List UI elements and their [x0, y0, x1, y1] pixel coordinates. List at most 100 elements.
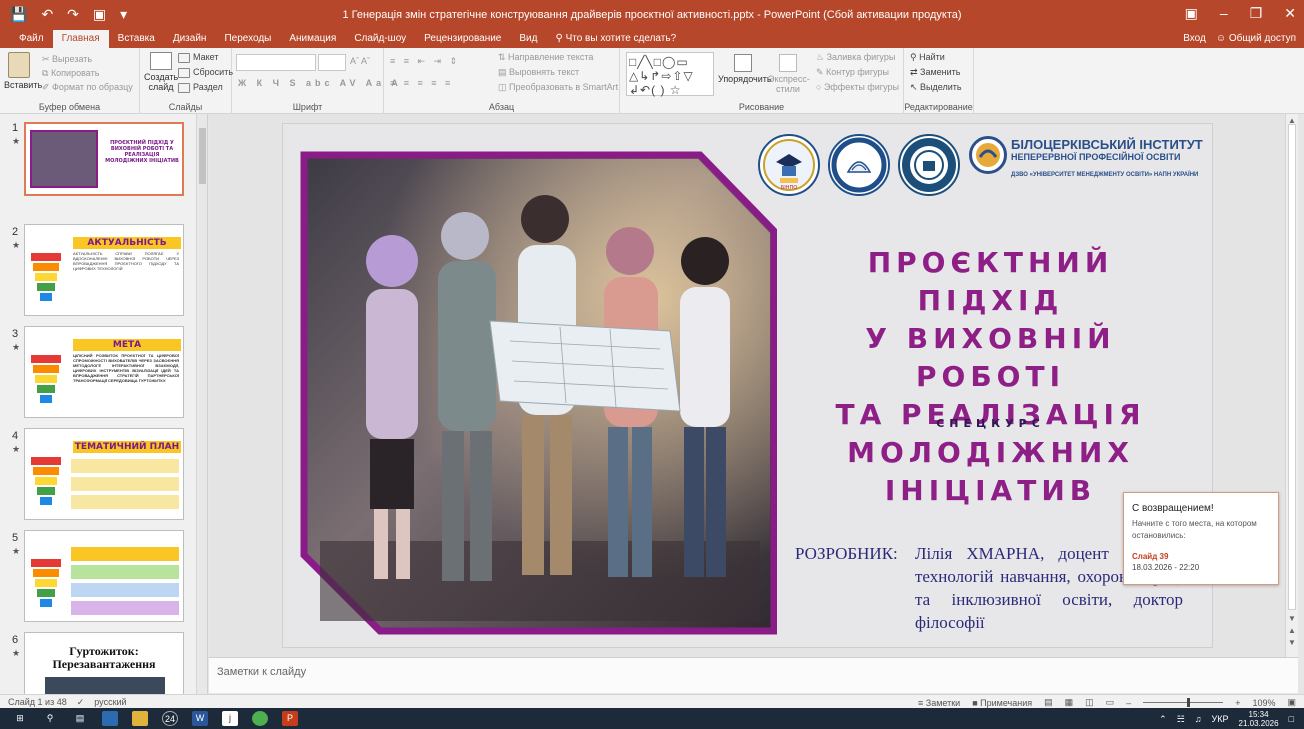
notifications-icon[interactable]: □: [1289, 714, 1294, 724]
shape-fill-button[interactable]: ♨ Заливка фигуры: [816, 52, 895, 63]
spellcheck-icon[interactable]: ✓: [77, 697, 85, 708]
tell-me-search[interactable]: ⚲ Что вы хотите сделать?: [546, 30, 685, 48]
align-buttons[interactable]: ≡ ≡ ≡ ≡ ≡: [390, 78, 453, 88]
restore-button[interactable]: ❐: [1250, 5, 1263, 22]
shapes-gallery[interactable]: □╱╲□◯▭ △↳↱⇨⇧▽ ↲↶( ) ☆: [626, 52, 714, 97]
prev-slide-icon[interactable]: ▲: [1288, 626, 1296, 635]
slide-thumbnail-4[interactable]: ТЕМАТИЧНИЙ ПЛАН: [24, 428, 184, 520]
slide-thumbnail-2[interactable]: АКТУАЛЬНІСТЬ АКТУАЛЬНІСТЬ СПРАВИ ПОЛЯГАЄ…: [24, 224, 184, 316]
star-icon: ★: [12, 342, 21, 352]
tray-arrow-icon[interactable]: ⌃: [1159, 714, 1167, 725]
tab-review[interactable]: Рецензирование: [415, 30, 510, 48]
tab-home[interactable]: Главная: [52, 30, 109, 48]
powerpoint-icon[interactable]: P: [282, 711, 298, 726]
welcome-back-popup[interactable]: С возвращением! Начните с того места, на…: [1123, 492, 1279, 585]
shape-effects-button[interactable]: ○ Эффекты фигуры: [816, 82, 899, 92]
thumb-row: [71, 583, 179, 597]
slide-title[interactable]: ПРОЄКТНИЙ ПІДХІД У ВИХОВНІЙ РОБОТІ ТА РЕ…: [788, 244, 1193, 510]
input-language[interactable]: УКР: [1212, 714, 1229, 724]
zoom-slider-thumb[interactable]: [1187, 698, 1191, 707]
slide-thumbnail-6[interactable]: Гуртожиток: Перезавантаження: [24, 632, 184, 694]
person-icon: ☺: [1215, 33, 1229, 44]
font-size-field[interactable]: [318, 54, 346, 71]
tab-transitions[interactable]: Переходы: [215, 30, 280, 48]
slide-subtitle[interactable]: СПЕЦКУРС: [788, 417, 1193, 430]
cut-button[interactable]: ✂ Вырезать: [42, 54, 92, 65]
thumb-number: 6: [12, 634, 19, 646]
app-icon[interactable]: [102, 711, 118, 726]
title-bar: 💾 ↶ ↷ ▣ ▾ 1 Генерація змін стратегічне к…: [0, 0, 1304, 30]
select-button[interactable]: ↖ Выделить: [910, 82, 962, 93]
notification-badge[interactable]: 24: [162, 711, 178, 726]
slide-thumbnail-5[interactable]: [24, 530, 184, 622]
paste-button[interactable]: Вставить: [4, 50, 42, 90]
copy-icon: ⧉: [42, 68, 51, 78]
slide-scrollbar[interactable]: ▲ ▼ ▲ ▼: [1285, 114, 1298, 657]
tab-file[interactable]: Файл: [10, 30, 53, 48]
format-painter-button[interactable]: ✐ Формат по образцу: [42, 82, 133, 93]
shape-outline-button[interactable]: ✎ Контур фигуры: [816, 67, 889, 78]
reading-view-icon[interactable]: ◫: [1085, 697, 1094, 708]
normal-view-icon[interactable]: ▤: [1044, 697, 1053, 708]
network-icon[interactable]: ☵: [1177, 714, 1185, 725]
slide-thumbnail-1[interactable]: ПРОЄКТНИЙ ПІДХІД У ВИХОВНІЙ РОБОТІ ТА РЕ…: [24, 122, 184, 196]
copy-button[interactable]: ⧉ Копировать: [42, 68, 99, 79]
smartart-button[interactable]: ◫ Преобразовать в SmartArt: [498, 82, 618, 93]
language-indicator[interactable]: русский: [94, 697, 126, 708]
task-view-icon[interactable]: ▤: [72, 711, 88, 726]
tab-animations[interactable]: Анимация: [280, 30, 345, 48]
replace-button[interactable]: ⇄ Заменить: [910, 67, 961, 78]
scroll-down-icon[interactable]: ▼: [1288, 614, 1296, 623]
fit-slide-icon[interactable]: ▣: [1287, 697, 1296, 708]
quick-styles-button[interactable]: Экспресс- стили: [768, 52, 810, 94]
font-format-buttons[interactable]: Ж К Ч S abc AV Aa A: [238, 78, 402, 88]
file-explorer-icon[interactable]: [132, 711, 148, 726]
app-j-icon[interactable]: j: [222, 711, 238, 726]
tab-view[interactable]: Вид: [510, 30, 546, 48]
chrome-icon[interactable]: [252, 711, 268, 726]
text-direction-button[interactable]: ⇅ Направление текста: [498, 52, 593, 63]
current-slide[interactable]: БІНПО БІЛОЦЕРКІВСЬКИЙ ІНСТИТУТ НЕПЕРЕРВН…: [282, 123, 1213, 648]
new-slide-button[interactable]: Создать слайд: [144, 50, 178, 92]
signin-link[interactable]: Вход: [1183, 33, 1206, 44]
volume-icon[interactable]: ♫: [1195, 714, 1202, 724]
zoom-slider[interactable]: [1143, 698, 1224, 707]
list-buttons[interactable]: ≡ ≡ ⇤ ⇥ ⇕: [390, 56, 460, 67]
word-icon[interactable]: W: [192, 711, 208, 726]
tab-design[interactable]: Дизайн: [164, 30, 216, 48]
brush-icon: ✐: [42, 82, 53, 92]
editing-group: ⚲ Найти ⇄ Заменить ↖ Выделить Редактиров…: [904, 48, 974, 114]
minimize-button[interactable]: –: [1220, 5, 1228, 22]
arrange-button[interactable]: Упорядочить: [718, 52, 772, 84]
next-slide-icon[interactable]: ▼: [1288, 638, 1296, 647]
windows-start-icon[interactable]: ⊞: [12, 711, 28, 726]
scrollbar-thumb[interactable]: [1288, 124, 1296, 610]
zoom-out-button[interactable]: –: [1126, 698, 1131, 708]
thumb-title: Гуртожиток: Перезавантаження: [52, 644, 156, 671]
grow-font-icon[interactable]: Aˆ Aˇ: [350, 56, 370, 66]
zoom-level[interactable]: 109%: [1252, 698, 1275, 708]
tab-slideshow[interactable]: Слайд-шоу: [345, 30, 415, 48]
scrollbar-thumb[interactable]: [199, 128, 206, 184]
layout-button[interactable]: Макет: [178, 52, 218, 63]
zoom-in-button[interactable]: +: [1235, 698, 1240, 708]
font-name-field[interactable]: [236, 54, 316, 71]
notes-toggle[interactable]: ≡ Заметки: [918, 698, 960, 708]
find-button[interactable]: ⚲ Найти: [910, 52, 945, 63]
reset-button[interactable]: Сбросить: [178, 67, 233, 78]
slideshow-icon[interactable]: ▭: [1106, 697, 1115, 708]
close-button[interactable]: ✕: [1284, 5, 1296, 22]
tab-insert[interactable]: Вставка: [109, 30, 164, 48]
notes-pane[interactable]: Заметки к слайду: [209, 657, 1298, 693]
system-clock[interactable]: 15:34 21.03.2026: [1239, 710, 1279, 728]
popup-slide-link[interactable]: Слайд 39: [1132, 552, 1270, 561]
section-button[interactable]: Раздел: [178, 82, 223, 93]
slide-sorter-icon[interactable]: ▦: [1065, 697, 1074, 708]
align-text-button[interactable]: ▤ Выровнять текст: [498, 67, 579, 78]
search-icon[interactable]: ⚲: [42, 711, 58, 726]
ribbon-display-icon[interactable]: ▣: [1185, 5, 1198, 22]
comments-toggle[interactable]: ■ Примечания: [972, 698, 1032, 708]
share-button[interactable]: ☺ Общий доступ: [1216, 33, 1296, 44]
thumbnails-scrollbar[interactable]: [196, 114, 207, 694]
slide-thumbnail-3[interactable]: МЕТА ЦІЛІСНИЙ РОЗВИТОК ПРОЄКТНОЇ ТА ЦИФР…: [24, 326, 184, 418]
